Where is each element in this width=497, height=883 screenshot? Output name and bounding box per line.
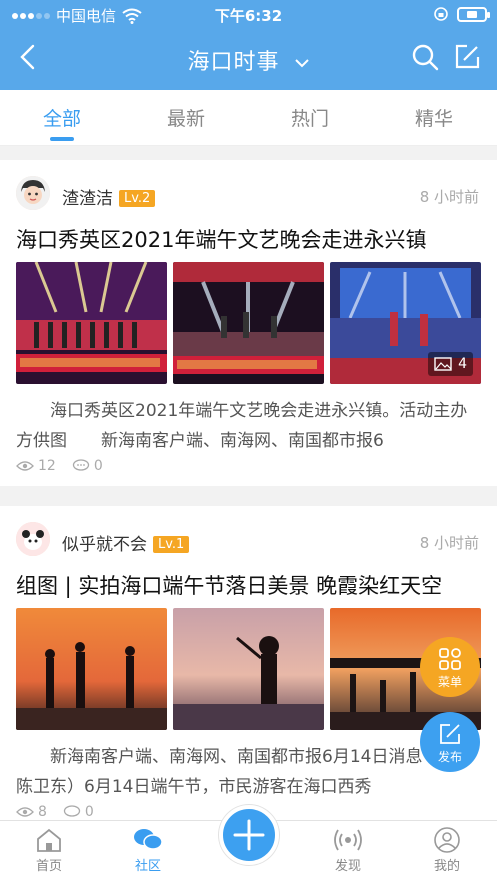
post-image[interactable] <box>16 608 167 730</box>
post-image[interactable] <box>16 262 167 384</box>
compose-icon <box>440 724 460 744</box>
author-name: 似乎就不会 <box>62 535 147 555</box>
post-author[interactable]: 似乎就不会 Lv.1 <box>62 530 190 555</box>
grid-icon <box>439 648 461 670</box>
eye-icon <box>16 461 34 471</box>
image-count-badge: 4 <box>428 352 473 376</box>
post-stats: 12 0 <box>16 458 103 474</box>
battery-icon <box>457 6 490 22</box>
nav-home[interactable]: 首页 <box>14 827 84 874</box>
avatar[interactable] <box>16 176 50 210</box>
publish-fab-label: 发布 <box>437 750 462 764</box>
chat-bubbles-icon <box>134 829 163 850</box>
nav-profile-label: 我的 <box>433 859 460 874</box>
active-tab-indicator <box>50 137 74 141</box>
comment-count: 0 <box>84 804 94 820</box>
status-bar: 中国电信 下午6:32 <box>0 0 497 28</box>
nav-discover[interactable]: 发现 <box>313 827 383 874</box>
post-stats: 8 0 <box>16 804 94 820</box>
author-name: 渣渣洁 <box>62 189 113 209</box>
post-excerpt: 海口秀英区2021年端午文艺晚会走进永兴镇。活动主办方供图 新海南客户端、南海网… <box>16 401 468 451</box>
post-image[interactable] <box>173 608 324 730</box>
status-time: 下午6:32 <box>214 7 283 25</box>
tab-all[interactable]: 全部 <box>0 104 124 131</box>
avatar[interactable] <box>16 522 50 556</box>
publish-fab[interactable]: 发布 <box>420 712 480 772</box>
tab-latest[interactable]: 最新 <box>124 104 248 131</box>
home-icon <box>37 828 61 852</box>
compose-icon[interactable] <box>453 43 481 71</box>
plus-icon <box>233 819 265 851</box>
nav-discover-label: 发现 <box>334 859 361 874</box>
menu-fab-label: 菜单 <box>437 675 462 689</box>
post-excerpt: 新海南客户端、南海网、南国都市报6月14日消息（记者 陈卫东）6月14日端午节，… <box>16 747 474 797</box>
nav-title-text: 海口时事 <box>187 50 280 75</box>
level-badge: Lv.2 <box>119 190 156 207</box>
tab-bar: 全部 最新 热门 精华 <box>0 90 497 146</box>
search-icon[interactable] <box>411 43 439 71</box>
view-count: 12 <box>38 458 56 474</box>
image-count: 4 <box>458 356 467 372</box>
post-card[interactable]: 渣渣洁 Lv.2 8 小时前 海口秀英区2021年端午文艺晚会走进永兴镇 4 海口… <box>0 160 497 486</box>
tab-featured[interactable]: 精华 <box>372 104 496 131</box>
post-image[interactable] <box>173 262 324 384</box>
post-time: 8 小时前 <box>419 188 479 206</box>
eye-icon <box>16 807 34 817</box>
post-images: 4 <box>16 262 481 384</box>
rotation-lock-icon <box>434 7 448 21</box>
view-count: 8 <box>38 804 47 820</box>
post-author[interactable]: 渣渣洁 Lv.2 <box>62 184 156 209</box>
create-post-button[interactable] <box>219 805 279 865</box>
nav-bar: 海口时事 <box>0 30 497 86</box>
tab-hot[interactable]: 热门 <box>248 104 372 131</box>
chevron-down-icon <box>294 59 309 68</box>
comment-icon <box>72 459 89 471</box>
nav-home-label: 首页 <box>35 859 62 874</box>
nav-profile[interactable]: 我的 <box>412 827 482 874</box>
nav-community[interactable]: 社区 <box>113 827 183 874</box>
post-image[interactable]: 4 <box>330 262 481 384</box>
image-icon <box>434 357 452 371</box>
post-time: 8 小时前 <box>419 534 479 552</box>
post-title[interactable]: 组图 | 实拍海口端午节落日美景 晚霞染红天空 <box>16 570 442 600</box>
user-icon <box>434 827 460 853</box>
menu-fab[interactable]: 菜单 <box>420 637 480 697</box>
comment-icon <box>63 805 81 817</box>
level-badge: Lv.1 <box>153 536 190 553</box>
post-images <box>16 608 481 730</box>
comment-count: 0 <box>93 458 103 474</box>
top-bar: 中国电信 下午6:32 海口时事 <box>0 0 497 90</box>
broadcast-icon <box>334 829 362 851</box>
nav-community-label: 社区 <box>134 859 161 874</box>
post-title[interactable]: 海口秀英区2021年端午文艺晚会走进永兴镇 <box>16 224 426 254</box>
